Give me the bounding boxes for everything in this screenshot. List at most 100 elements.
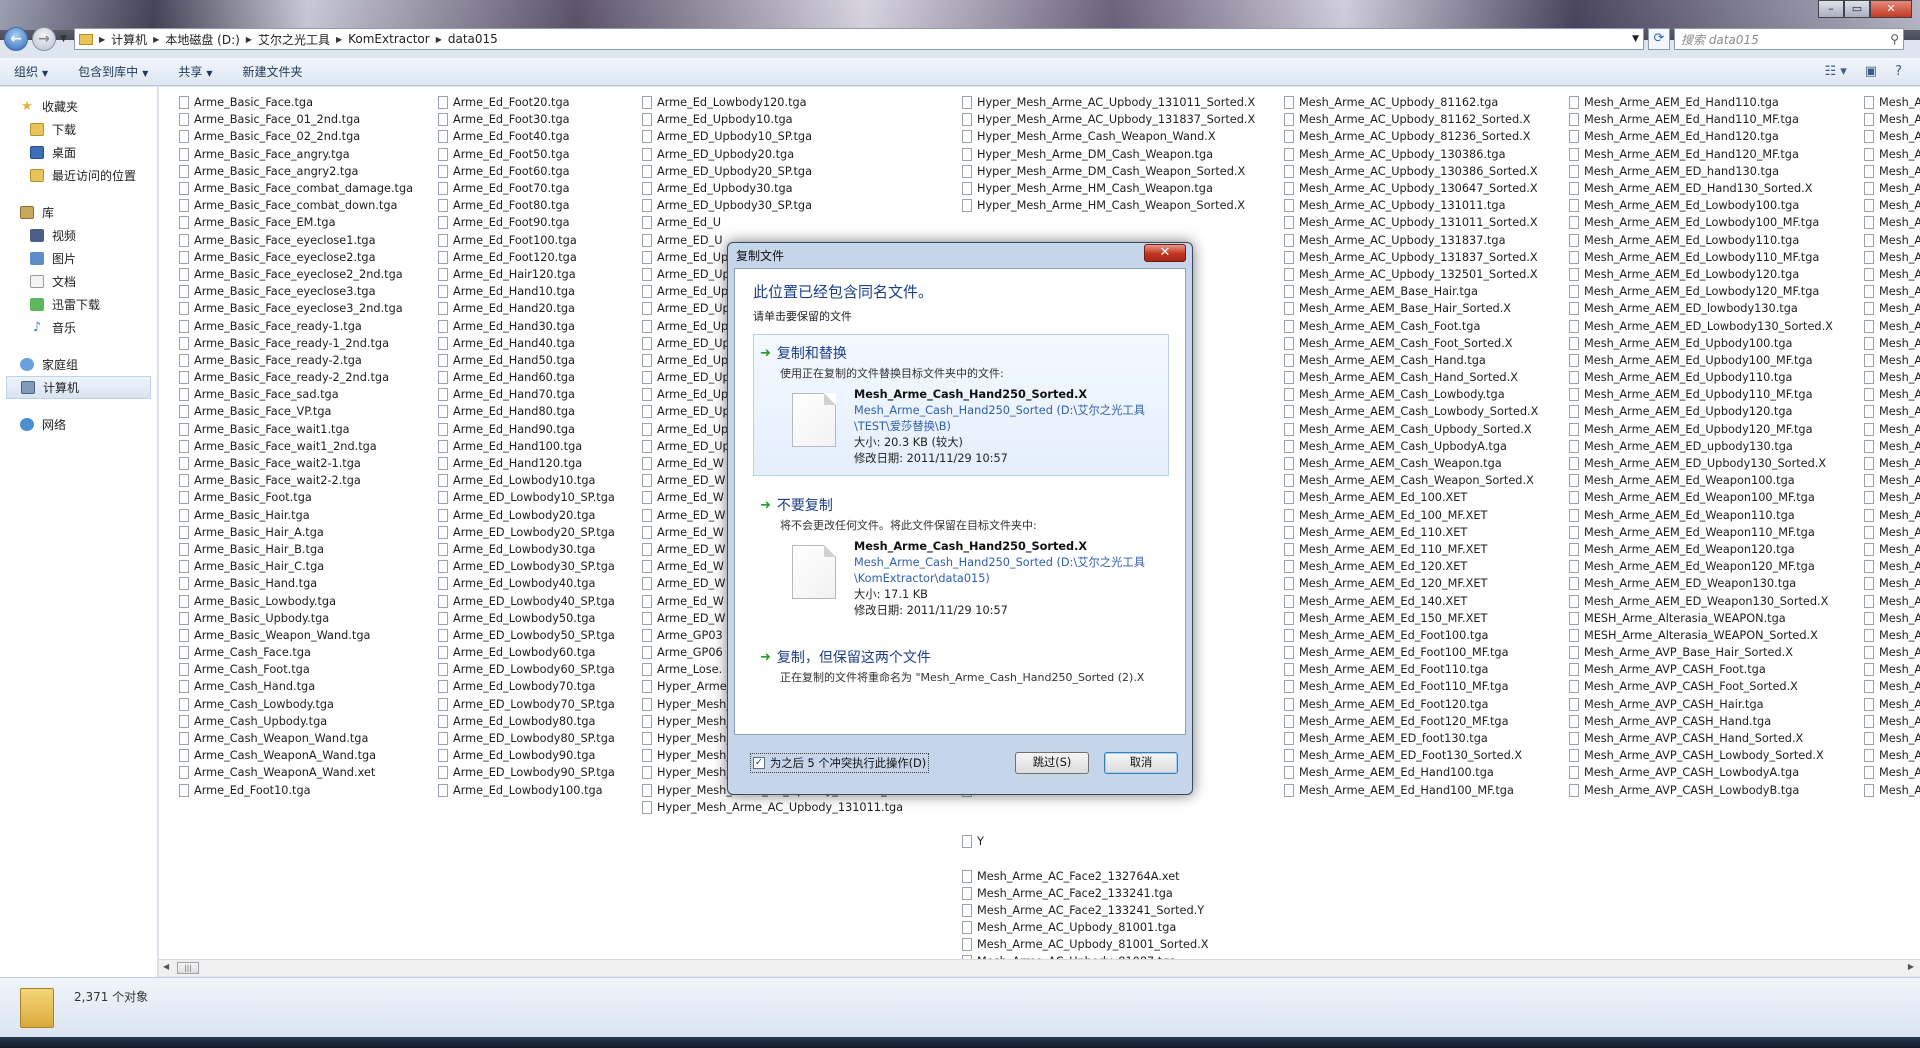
file-item[interactable]: Mesh_Arme_AC_Upbody_131837.tga — [1284, 232, 1538, 249]
file-item[interactable]: Mesh_Arme_AEM_Ed_100.XET — [1284, 489, 1538, 506]
file-item[interactable]: Arme_Basic_Hair_A.tga — [179, 524, 413, 541]
chevron-right-icon[interactable]: ▶ — [436, 35, 442, 44]
file-item[interactable]: Mesh_A — [1864, 403, 1920, 420]
search-input[interactable]: 搜索 data015 ⚲ — [1674, 28, 1904, 50]
file-item[interactable]: Mesh_Arme_AC_Upbody_130386_Sorted.X — [1284, 163, 1538, 180]
file-item[interactable]: Arme_Ed_Foot10.tga — [179, 782, 413, 799]
file-item[interactable]: Arme_ED_Upbody10_SP.tga — [642, 128, 935, 145]
file-item[interactable]: Mesh_Arme_AEM_Ed_Hand120_MF.tga — [1569, 146, 1833, 163]
file-item[interactable]: Mesh_A — [1864, 472, 1920, 489]
file-item[interactable]: Mesh_Arme_AEM_ED_Weapon130_Sorted.X — [1569, 592, 1833, 609]
file-item[interactable]: Arme_Ed_Hand40.tga — [438, 335, 615, 352]
file-item[interactable]: Mesh_Arme_AEM_Ed_Lowbody110.tga — [1569, 232, 1833, 249]
back-button[interactable]: ← — [4, 27, 28, 51]
new-folder-button[interactable]: 新建文件夹 — [243, 63, 303, 80]
file-item[interactable]: Mesh_Arme_AEM_Ed_Hand120.tga — [1569, 128, 1833, 145]
file-item[interactable]: Mesh_Arme_AEM_Ed_140.XET — [1284, 592, 1538, 609]
include-library-button[interactable]: 包含到库中 ▼ — [78, 63, 148, 80]
file-item[interactable]: Mesh_A — [1864, 369, 1920, 386]
share-button[interactable]: 共享 ▼ — [178, 63, 212, 80]
file-item[interactable]: Arme_Ed_Lowbody30.tga — [438, 541, 615, 558]
file-item[interactable]: Mesh_A — [1864, 283, 1920, 300]
file-item[interactable]: Mesh_Arme_AVP_CASH_LowbodyA.tga — [1569, 764, 1833, 781]
file-item[interactable]: Mesh_A — [1864, 782, 1920, 799]
file-item[interactable]: Mesh_Arme_AC_Upbody_81001_Sorted.X — [962, 936, 1255, 953]
file-item[interactable]: Arme_Basic_Face_ready-1_2nd.tga — [179, 335, 413, 352]
file-item[interactable]: Arme_Ed_Lowbody20.tga — [438, 507, 615, 524]
file-item[interactable]: Arme_Basic_Face.tga — [179, 94, 413, 111]
dialog-close-button[interactable]: ✕ — [1144, 244, 1186, 262]
breadcrumb-item[interactable]: KomExtractor — [348, 32, 430, 46]
file-item[interactable]: Arme_Ed_Hand120.tga — [438, 455, 615, 472]
file-item[interactable]: Mesh_Arme_AEM_Cash_Hand.tga — [1284, 352, 1538, 369]
file-item[interactable]: Mesh_Arme_AEM_Ed_Upbody110_MF.tga — [1569, 386, 1833, 403]
file-item[interactable]: Mesh_Arme_AC_Upbody_81236_Sorted.X — [1284, 128, 1538, 145]
file-item[interactable]: Arme_ED_Lowbody60_SP.tga — [438, 661, 615, 678]
file-item[interactable]: Arme_Ed_Foot90.tga — [438, 214, 615, 231]
file-item[interactable]: Arme_Basic_Face_EM.tga — [179, 214, 413, 231]
file-item[interactable]: Mesh_Arme_AEM_Ed_Lowbody110_MF.tga — [1569, 249, 1833, 266]
minimize-button[interactable]: – — [1818, 0, 1844, 18]
file-item[interactable]: Mesh_Arme_AC_Upbody_130647_Sorted.X — [1284, 180, 1538, 197]
file-item[interactable]: Mesh_Arme_AEM_Ed_110.XET — [1284, 524, 1538, 541]
file-item[interactable]: Arme_ED_Upbody30_SP.tga — [642, 197, 935, 214]
file-item[interactable]: Mesh_A — [1864, 507, 1920, 524]
file-item[interactable]: Arme_Ed_Hand20.tga — [438, 300, 615, 317]
nav-libraries[interactable]: 库 — [0, 201, 157, 224]
forward-button[interactable]: → — [32, 27, 56, 51]
file-item[interactable]: Mesh_Arme_AEM_Ed_Lowbody100_MF.tga — [1569, 214, 1833, 231]
apply-to-all-checkbox[interactable]: ✓ 为之后 5 个冲突执行此操作(D) — [750, 753, 930, 773]
scrollbar-thumb[interactable]: ||| — [177, 962, 199, 974]
file-item[interactable]: Mesh_Arme_AEM_Cash_Weapon.tga — [1284, 455, 1538, 472]
file-item[interactable]: Mesh_Arme_AEM_Cash_Lowbody_Sorted.X — [1284, 403, 1538, 420]
nav-homegroup[interactable]: 家庭组 — [0, 353, 157, 376]
file-item[interactable]: Arme_Ed_Foot120.tga — [438, 249, 615, 266]
file-item[interactable]: Mesh_A — [1864, 266, 1920, 283]
file-item[interactable]: Arme_Basic_Face_ready-2.tga — [179, 352, 413, 369]
file-item[interactable]: Mesh_Arme_AEM_Ed_Lowbody120_MF.tga — [1569, 283, 1833, 300]
file-item[interactable]: Mesh_Arme_AEM_Cash_Weapon_Sorted.X — [1284, 472, 1538, 489]
file-item[interactable]: Mesh_Arme_AEM_ED_Lowbody130_Sorted.X — [1569, 317, 1833, 334]
file-item[interactable]: Mesh_Arme_AEM_Ed_Upbody100.tga — [1569, 335, 1833, 352]
file-item[interactable]: Mesh_A — [1864, 163, 1920, 180]
nav-desktop[interactable]: 桌面 — [0, 141, 157, 164]
file-item[interactable]: Mesh_Arme_AEM_Ed_Lowbody120.tga — [1569, 266, 1833, 283]
file-item[interactable]: Arme_Basic_Hair_C.tga — [179, 558, 413, 575]
file-item[interactable]: Arme_Basic_Face_combat_damage.tga — [179, 180, 413, 197]
chevron-right-icon[interactable]: ▶ — [246, 35, 252, 44]
file-item[interactable]: Mesh_Arme_AEM_Ed_Hand100_MF.tga — [1284, 782, 1538, 799]
file-item[interactable]: Mesh_A — [1864, 730, 1920, 747]
file-item[interactable]: Mesh_A — [1864, 214, 1920, 231]
file-item[interactable]: Arme_Basic_Face_combat_down.tga — [179, 197, 413, 214]
file-item[interactable]: Hyper_Mesh_Arme_AC_Upbody_131011_Sorted.… — [962, 94, 1255, 111]
file-item[interactable]: Mesh_A — [1864, 128, 1920, 145]
file-item[interactable]: Mesh_Arme_AEM_Ed_100_MF.XET — [1284, 507, 1538, 524]
file-item[interactable]: Arme_Basic_Lowbody.tga — [179, 592, 413, 609]
file-item[interactable]: Arme_Basic_Face_ready-1.tga — [179, 317, 413, 334]
file-item[interactable]: Mesh_A — [1864, 94, 1920, 111]
file-item[interactable] — [962, 816, 1255, 833]
nav-favorites[interactable]: ★ 收藏夹 — [0, 95, 157, 118]
file-item[interactable]: Mesh_Arme_AEM_Ed_Weapon100_MF.tga — [1569, 489, 1833, 506]
file-item[interactable]: Mesh_Arme_AEM_Ed_Upbody120_MF.tga — [1569, 421, 1833, 438]
file-item[interactable]: Mesh_Arme_AVP_CASH_Hand_Sorted.X — [1569, 730, 1833, 747]
file-item[interactable]: Arme_Basic_Hand.tga — [179, 575, 413, 592]
file-item[interactable]: Hyper_Mesh_Arme_DM_Cash_Weapon.tga — [962, 146, 1255, 163]
refresh-button[interactable]: ⟳ — [1648, 28, 1670, 50]
file-item[interactable]: Mesh_Arme_AVP_CASH_Lowbody_Sorted.X — [1569, 747, 1833, 764]
chevron-right-icon[interactable]: ▶ — [153, 35, 159, 44]
file-item[interactable]: Arme_Basic_Face_01_2nd.tga — [179, 111, 413, 128]
file-item[interactable]: Mesh_Arme_AEM_Ed_150_MF.XET — [1284, 610, 1538, 627]
file-item[interactable]: Arme_Basic_Face_eyeclose3.tga — [179, 283, 413, 300]
file-item[interactable]: Mesh_Arme_AEM_Ed_Weapon110.tga — [1569, 507, 1833, 524]
file-item[interactable]: Mesh_A — [1864, 317, 1920, 334]
file-item[interactable]: Mesh_A — [1864, 678, 1920, 695]
breadcrumb-item[interactable]: 艾尔之光工具 — [258, 31, 330, 48]
file-item[interactable]: Mesh_Arme_AEM_Ed_Weapon100.tga — [1569, 472, 1833, 489]
file-item[interactable]: Arme_Ed_Lowbody10.tga — [438, 472, 615, 489]
file-item[interactable]: Arme_Ed_Hand60.tga — [438, 369, 615, 386]
file-item[interactable]: Mesh_Arme_AEM_Ed_Foot110.tga — [1284, 661, 1538, 678]
file-item[interactable]: Mesh_Arme_AC_Upbody_81162_Sorted.X — [1284, 111, 1538, 128]
file-item[interactable]: Mesh_Arme_AEM_Ed_Foot110_MF.tga — [1284, 678, 1538, 695]
file-item[interactable]: Arme_Ed_Lowbody70.tga — [438, 678, 615, 695]
